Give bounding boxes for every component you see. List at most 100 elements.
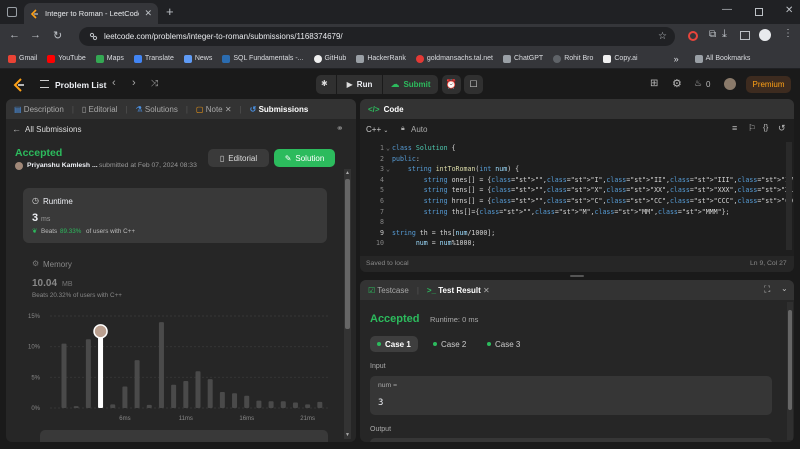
collapse-icon[interactable]: ⌄ (781, 284, 788, 293)
case-1-tab[interactable]: Case 1 (370, 336, 418, 352)
chart-bar[interactable] (122, 386, 128, 408)
chart-bar[interactable] (305, 404, 311, 408)
streak-fire-icon[interactable]: ♨ (694, 78, 702, 89)
extensions-puzzle-icon[interactable]: ⧉ (709, 29, 716, 40)
tab-editorial[interactable]: ▯ Editorial (82, 105, 118, 114)
bookmark-goldmansachs[interactable]: goldmansachs.tal.net (415, 54, 493, 63)
bookmark-copy-ai[interactable]: Copy.ai (603, 54, 638, 63)
input-box[interactable] (370, 376, 772, 415)
all-submissions-back-icon[interactable]: ← (12, 124, 21, 134)
editorial-button[interactable]: ▯ Editorial (208, 149, 269, 167)
fold-chevron-icon[interactable]: ⌄ (384, 165, 390, 173)
chart-bar[interactable] (134, 360, 140, 408)
shuffle-icon[interactable]: ⤨ (151, 78, 158, 89)
reload-icon[interactable]: ↻ (53, 29, 62, 42)
scroll-up-icon[interactable]: ▲ (345, 170, 350, 176)
chart-bar[interactable] (158, 322, 164, 408)
forward-icon[interactable]: → (30, 29, 41, 41)
chart-bar[interactable] (292, 402, 298, 408)
problem-list-icon[interactable] (40, 80, 49, 88)
left-panel-scroll-thumb[interactable] (345, 179, 350, 329)
tab-description[interactable]: ▤ Description (14, 105, 64, 114)
settings-gear-icon[interactable]: ⚙ (672, 77, 682, 90)
share-link-icon[interactable]: ⚭ (336, 123, 344, 134)
tab-test-result-close-icon[interactable]: ✕ (483, 286, 490, 295)
extension-red-icon[interactable] (688, 31, 698, 41)
restore-icon[interactable] (755, 8, 763, 16)
tab-submissions[interactable]: ↺ Submissions (250, 105, 309, 114)
vertical-resize-handle[interactable] (570, 275, 584, 277)
close-window-icon[interactable]: ✕ (785, 5, 793, 16)
chart-bar[interactable] (146, 404, 152, 408)
bookmark-hackerrank[interactable]: HackerRank (356, 54, 406, 63)
case-3-tab[interactable]: Case 3 (480, 336, 527, 352)
result-scroll-thumb[interactable] (788, 310, 792, 410)
notes-button[interactable]: ☐ (464, 75, 483, 94)
submission-user[interactable]: Priyanshu Kamlesh ... (27, 162, 98, 169)
minimize-icon[interactable]: — (722, 4, 732, 15)
bookmark-youtube[interactable]: YouTube (47, 54, 86, 63)
bookmarks-overflow[interactable]: » (674, 54, 679, 64)
code-editor[interactable]: 1 class Solution {2 public: 3 string intToR… (360, 142, 794, 252)
leetcode-logo-icon[interactable] (13, 78, 25, 92)
profile-avatar[interactable] (759, 29, 771, 41)
chart-bar[interactable] (256, 400, 262, 408)
new-tab-icon[interactable]: + (166, 4, 174, 19)
case-2-tab[interactable]: Case 2 (426, 336, 473, 352)
layout-icon[interactable]: ⊞ (650, 78, 658, 89)
bookmark-chatgpt[interactable]: ChatGPT (503, 54, 543, 63)
memory-label[interactable]: Memory (43, 260, 72, 269)
bookmark-rohit-bro[interactable]: Rohit Bro (553, 54, 593, 63)
chart-bar[interactable] (73, 406, 79, 408)
language-select[interactable]: C++ ⌄ (366, 125, 388, 134)
output-box[interactable] (370, 438, 772, 442)
bookmark-icon[interactable]: ⚐ (748, 123, 756, 134)
braces-icon[interactable]: {} (763, 123, 768, 132)
chart-bar[interactable] (183, 381, 189, 408)
bookmark-star-icon[interactable]: ☆ (658, 31, 667, 42)
solution-button[interactable]: ✎ Solution (274, 149, 335, 167)
chart-bar[interactable] (85, 339, 91, 408)
user-avatar[interactable] (724, 78, 736, 90)
bookmark-sql-fundamentals[interactable]: SQL Fundamentals -... (222, 54, 304, 63)
bookmark-news[interactable]: News (183, 54, 212, 63)
all-submissions-link[interactable]: All Submissions (25, 125, 81, 134)
tab-note[interactable]: ▢ Note ✕ (196, 105, 232, 114)
address-bar[interactable]: leetcode.com/problems/integer-to-roman/s… (79, 27, 675, 46)
submit-button[interactable]: ☁ Submit (383, 75, 438, 94)
all-bookmarks[interactable]: All Bookmarks (694, 54, 750, 63)
chart-bar[interactable] (268, 401, 274, 408)
chart-bar[interactable] (195, 371, 201, 408)
tab-test-result[interactable]: >_ Test Result ✕ (427, 286, 490, 295)
chart-bar[interactable] (61, 343, 67, 408)
runtime-distribution-chart[interactable]: 15% 10% 5% 0% 6ms 11ms 16ms 21ms (6, 304, 346, 429)
browser-menu-icon[interactable]: ⋮ (783, 28, 793, 39)
chart-bar-highlight[interactable] (98, 331, 104, 408)
chart-bar[interactable] (207, 379, 213, 408)
bookmark-gmail[interactable]: Gmail (8, 54, 37, 63)
prev-problem-icon[interactable]: ‹ (112, 77, 116, 89)
tab-close-icon[interactable]: ✕ (144, 8, 152, 19)
scroll-down-icon[interactable]: ▼ (345, 432, 350, 438)
browser-tab[interactable]: Integer to Roman - LeetCode ✕ (24, 3, 158, 24)
reset-icon[interactable]: ↺ (778, 123, 786, 134)
side-panel-icon[interactable] (740, 31, 750, 40)
bookmark-translate[interactable]: Translate (133, 54, 174, 63)
problem-list-link[interactable]: Problem List (55, 80, 106, 90)
premium-button[interactable]: Premium (746, 76, 791, 93)
download-icon[interactable]: ⤓ (722, 28, 727, 41)
fold-chevron-icon[interactable]: ⌄ (384, 144, 390, 152)
chart-bar[interactable] (219, 392, 225, 408)
chart-bar[interactable] (171, 384, 177, 408)
run-button[interactable]: ▶ Run (337, 75, 382, 94)
chart-bar[interactable] (232, 393, 238, 408)
chart-bar[interactable] (110, 404, 116, 408)
site-info-icon[interactable] (89, 32, 98, 41)
chart-bar[interactable] (280, 401, 286, 408)
chart-bar[interactable] (244, 395, 250, 408)
tab-note-close-icon[interactable]: ✕ (225, 105, 232, 114)
bookmark-github[interactable]: GitHub (313, 54, 346, 63)
chart-bar[interactable] (317, 401, 323, 408)
editor-scrollbar[interactable] (786, 142, 792, 250)
tab-solutions[interactable]: ⚗ Solutions (136, 105, 178, 114)
